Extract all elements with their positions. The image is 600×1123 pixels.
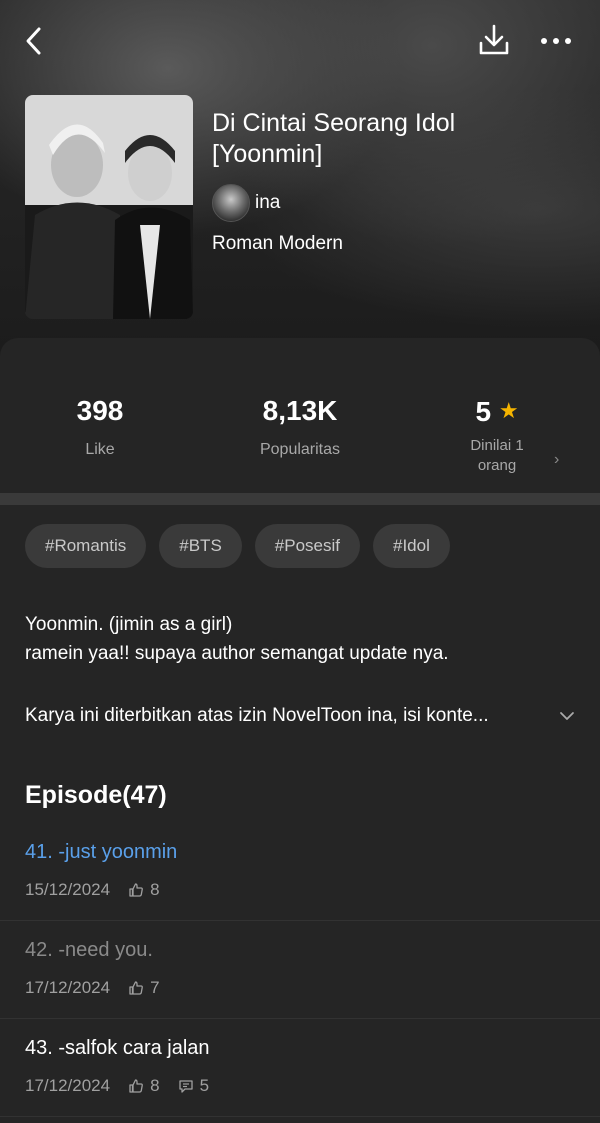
stat-popularity: 8,13K Popularitas [200, 394, 400, 459]
section-divider [0, 493, 600, 505]
episode-title: 42. -need you. [25, 939, 153, 961]
episode-date: 15/12/2024 [25, 880, 111, 899]
episode-title: 41. -just yoonmin [25, 841, 178, 863]
description-line-2: ramein yaa!! supaya author semangat upda… [25, 643, 449, 664]
book-cover-image [25, 95, 193, 319]
tag-idol[interactable]: #Idol [373, 524, 450, 568]
episode-row[interactable]: 41. -just yoonmin 15/12/2024 8 [0, 823, 600, 921]
comment-icon [178, 1080, 193, 1093]
episode-meta: 17/12/2024 7 [25, 978, 160, 998]
publication-notice[interactable]: Karya ini diterbitkan atas izin NovelToo… [25, 705, 575, 727]
tag-posesif[interactable]: #Posesif [254, 524, 360, 568]
download-button[interactable] [476, 22, 512, 58]
genre-label[interactable]: Roman Modern [212, 233, 343, 255]
episode-likes: 8 [150, 1076, 160, 1095]
tag-romantis[interactable]: #Romantis [25, 524, 147, 568]
stat-likes: 398 Like [0, 394, 200, 459]
description: Yoonmin. (jimin as a girl) ramein yaa!! … [25, 610, 575, 668]
episode-date: 17/12/2024 [25, 978, 111, 997]
popularity-count: 8,13K [262, 395, 338, 426]
chevron-right-icon[interactable]: › [554, 451, 559, 469]
popularity-label: Popularitas [259, 441, 341, 458]
tag-bts[interactable]: #BTS [159, 524, 242, 568]
notice-text: Karya ini diterbitkan atas izin NovelToo… [25, 705, 489, 726]
stats-row: 398 Like 8,13K Popularitas 5 ★ Dinilai 1… [0, 338, 600, 493]
download-icon [479, 24, 509, 55]
author-avatar [212, 184, 250, 222]
detail-panel: 398 Like 8,13K Popularitas 5 ★ Dinilai 1… [0, 338, 600, 1123]
chevron-down-icon [560, 712, 574, 720]
thumbs-up-icon [129, 1079, 143, 1093]
more-horizontal-icon [541, 38, 571, 44]
thumbs-up-icon [129, 981, 143, 995]
tag-list: #Romantis #BTS #Posesif #Idol [25, 524, 450, 568]
back-button[interactable] [20, 24, 50, 58]
thumbs-up-icon [129, 883, 143, 897]
top-bar [0, 0, 600, 84]
episode-meta: 17/12/2024 8 5 [25, 1076, 209, 1096]
episodes-heading: Episode(47) [25, 781, 167, 809]
description-line-1: Yoonmin. (jimin as a girl) [25, 614, 233, 635]
episode-title: 43. -salfok cara jalan [25, 1037, 210, 1059]
author-link[interactable]: ina [212, 184, 280, 222]
book-title: Di Cintai Seorang Idol [Yoonmin] [212, 109, 456, 168]
episode-row[interactable]: 42. -need you. 17/12/2024 7 [0, 921, 600, 1019]
episode-comments: 5 [199, 1076, 210, 1095]
rating-value: 5 [475, 396, 492, 427]
hero-header: Di Cintai Seorang Idol [Yoonmin] ina Rom… [0, 0, 600, 380]
episode-likes: 7 [150, 978, 160, 997]
stat-rating[interactable]: 5 ★ Dinilai 1 orang [397, 394, 597, 476]
likes-count: 398 [76, 395, 124, 426]
episode-meta: 15/12/2024 8 [25, 880, 160, 900]
row-divider [0, 1116, 600, 1117]
rating-label: Dinilai 1 orang [470, 437, 524, 474]
more-options-button[interactable] [538, 28, 574, 54]
rating-value-row: 5 ★ [397, 394, 597, 429]
episode-likes: 8 [150, 880, 160, 899]
author-name: ina [255, 192, 281, 213]
chevron-left-icon [26, 27, 41, 55]
episode-row[interactable]: 43. -salfok cara jalan 17/12/2024 8 5 [0, 1019, 600, 1117]
episode-date: 17/12/2024 [25, 1076, 111, 1095]
likes-label: Like [85, 441, 115, 458]
star-icon: ★ [498, 398, 519, 423]
